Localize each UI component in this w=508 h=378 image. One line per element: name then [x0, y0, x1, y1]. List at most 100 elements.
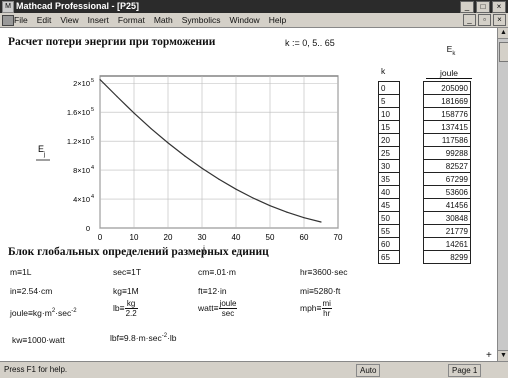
x-tick-label: 60 — [300, 233, 309, 242]
e-value-row: 30848 — [423, 211, 471, 225]
scroll-thumb[interactable] — [499, 42, 508, 62]
k-value-cell[interactable]: 50 — [378, 211, 400, 225]
k-value-row: 0 — [378, 81, 400, 95]
def-hr[interactable]: hr≡3600·sec — [300, 267, 348, 277]
menu-symbolics[interactable]: Symbolics — [182, 15, 221, 25]
k-value-cell[interactable]: 15 — [378, 120, 400, 134]
def-joule[interactable]: joule≡kg·m2·sec-2 — [10, 308, 77, 318]
x-tick-label: 20 — [164, 233, 173, 242]
x-tick-label: 70 — [334, 233, 343, 242]
e-value-cell[interactable]: 14261 — [423, 237, 471, 251]
doc-restore-button[interactable]: ▫ — [478, 14, 491, 26]
menu-window[interactable]: Window — [229, 15, 259, 25]
k-value-row: 20 — [378, 133, 400, 147]
k-value-cell[interactable]: 65 — [378, 250, 400, 264]
def-lbf[interactable]: lbf≡9.8·m·sec-2·lb — [110, 333, 177, 343]
y-tick-label: 0 — [86, 224, 90, 233]
k-value-cell[interactable]: 60 — [378, 237, 400, 251]
menu-help[interactable]: Help — [269, 15, 286, 25]
e-value-row: 67299 — [423, 172, 471, 186]
watt-denominator: sec — [221, 309, 235, 318]
def-sec[interactable]: sec≡1T — [113, 267, 141, 277]
e-value-cell[interactable]: 99288 — [423, 146, 471, 160]
document-icon[interactable] — [2, 15, 14, 26]
def-kg[interactable]: kg≡1M — [113, 286, 139, 296]
e-value-cell[interactable]: 158776 — [423, 107, 471, 121]
range-definition[interactable]: k := 0, 5.. 65 — [285, 38, 335, 48]
k-value-cell[interactable]: 20 — [378, 133, 400, 147]
k-value-cell[interactable]: 35 — [378, 172, 400, 186]
def-cm[interactable]: cm≡.01·m — [198, 267, 236, 277]
x-tick-label: 30 — [198, 233, 207, 242]
e-value-cell[interactable]: 53606 — [423, 185, 471, 199]
heading-units-block: Блок глобальных определений размерных ед… — [8, 246, 269, 258]
e-value-cell[interactable]: 137415 — [423, 120, 471, 134]
title-bar: M Mathcad Professional - [P25] _ □ × — [0, 0, 508, 13]
menu-math[interactable]: Math — [154, 15, 173, 25]
def-m[interactable]: m≡1L — [10, 267, 32, 277]
y-tick-exponent: 4 — [91, 194, 94, 200]
maximize-button[interactable]: □ — [476, 1, 490, 13]
e-value-row: 137415 — [423, 120, 471, 134]
menu-file[interactable]: File — [14, 15, 28, 25]
e-value-row: 158776 — [423, 107, 471, 121]
energy-data-point — [184, 155, 186, 157]
plot-frame — [99, 75, 339, 229]
energy-data-point — [320, 221, 322, 223]
minimize-button[interactable]: _ — [460, 1, 474, 13]
joule-base: joule≡kg·m — [10, 308, 52, 318]
lb-numerator: kg — [124, 299, 138, 309]
e-value-cell[interactable]: 41456 — [423, 198, 471, 212]
mathcad-app-icon[interactable]: M — [2, 1, 14, 13]
watt-numerator: joule — [218, 299, 238, 309]
def-kw[interactable]: kw≡1000·watt — [12, 335, 65, 345]
def-mi[interactable]: mi≡5280·ft — [300, 286, 340, 296]
scroll-up-arrow[interactable]: ▲ — [498, 28, 508, 39]
k-value-cell[interactable]: 55 — [378, 224, 400, 238]
window-controls: _ □ × — [458, 1, 506, 13]
e-value-cell[interactable]: 205090 — [423, 81, 471, 95]
e-value-cell[interactable]: 82527 — [423, 159, 471, 173]
k-value-cell[interactable]: 25 — [378, 146, 400, 160]
e-value-cell[interactable]: 117586 — [423, 133, 471, 147]
def-mph[interactable]: mph≡ mi hr — [300, 299, 332, 318]
k-value-row: 65 — [378, 250, 400, 264]
y-tick-label: 2×10 — [73, 79, 90, 88]
doc-close-button[interactable]: × — [493, 14, 506, 26]
e-value-cell[interactable]: 21779 — [423, 224, 471, 238]
close-button[interactable]: × — [492, 1, 506, 13]
document-controls: _ ▫ × — [461, 14, 506, 26]
y-tick-label: 4×10 — [73, 195, 90, 204]
menu-edit[interactable]: Edit — [37, 15, 52, 25]
k-value-cell[interactable]: 30 — [378, 159, 400, 173]
def-in[interactable]: in≡2.54·cm — [10, 286, 52, 296]
k-value-cell[interactable]: 5 — [378, 94, 400, 108]
e-value-row: 53606 — [423, 185, 471, 199]
e-value-cell[interactable]: 8299 — [423, 250, 471, 264]
status-help-text: Press F1 for help. — [4, 365, 68, 374]
vertical-scrollbar[interactable]: ▲ ▼ — [497, 28, 508, 362]
def-lb[interactable]: lb≡ kg 2.2 — [113, 299, 138, 318]
menu-format[interactable]: Format — [118, 15, 145, 25]
e-value-cell[interactable]: 30848 — [423, 211, 471, 225]
menu-items: File Edit View Insert Format Math Symbolics Win… — [14, 13, 295, 27]
k-value-cell[interactable]: 40 — [378, 185, 400, 199]
worksheet[interactable]: Расчет потери энергии при торможении k :… — [0, 28, 497, 361]
def-ft[interactable]: ft≡12·in — [198, 286, 227, 296]
k-value-cell[interactable]: 45 — [378, 198, 400, 212]
k-value-row: 55 — [378, 224, 400, 238]
y-tick-label: 1.6×10 — [67, 108, 90, 117]
k-values-table: 0 5 10 15 20 25 30 35 40 45 50 55 60 65 — [378, 81, 400, 264]
joule-mid: ·sec — [55, 308, 72, 318]
doc-minimize-button[interactable]: _ — [463, 14, 476, 26]
watt-fraction: joule sec — [218, 299, 238, 318]
e-value-cell[interactable]: 67299 — [423, 172, 471, 186]
menu-view[interactable]: View — [60, 15, 78, 25]
k-value-cell[interactable]: 0 — [378, 81, 400, 95]
menu-insert[interactable]: Insert — [88, 15, 109, 25]
k-value-cell[interactable]: 10 — [378, 107, 400, 121]
e-value-cell[interactable]: 181669 — [423, 94, 471, 108]
e-column-header: Ek — [431, 44, 471, 57]
def-watt[interactable]: watt≡ joule sec — [198, 299, 238, 318]
e-value-row: 205090 — [423, 81, 471, 95]
